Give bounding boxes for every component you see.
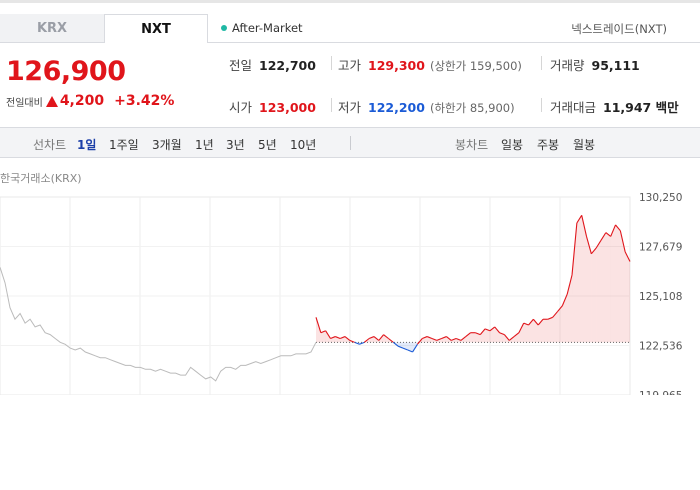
stat-value: 95,111: [591, 58, 640, 73]
stat-prev-close: 전일 122,700: [229, 55, 316, 74]
line-chart-label: 선차트: [33, 138, 67, 152]
chart-fill: [316, 215, 630, 352]
nxt-area-fill: [601, 232, 606, 343]
stat-label: 고가: [338, 58, 362, 73]
stat-value: 123,000: [259, 100, 316, 115]
market-status-label: After-Market: [232, 21, 303, 35]
period-1y[interactable]: 1년: [195, 136, 214, 153]
current-price: 126,900: [6, 56, 126, 87]
y-tick-label: 127,679: [639, 242, 682, 254]
top-border: [0, 0, 700, 3]
status-dot-icon: [221, 25, 227, 31]
stat-low: 저가 122,200 (하한가 85,900): [338, 97, 515, 116]
krx-series-line: [0, 267, 317, 382]
nxt-area-fill: [625, 251, 630, 343]
y-axis: 130,250 127,679 125,108 122,536 119,965: [639, 192, 683, 395]
tab-nxt[interactable]: NXT: [104, 14, 208, 43]
stat-sub: (상한가 159,500): [429, 59, 522, 73]
tabs-divider: [208, 42, 700, 43]
stat-label: 거래량: [550, 58, 585, 73]
period-1w[interactable]: 1주일: [109, 136, 139, 153]
stat-value: 11,947 백만: [603, 100, 679, 115]
period-1d[interactable]: 1일: [77, 136, 96, 153]
stat-divider: [331, 98, 332, 112]
nxt-area-fill: [562, 294, 568, 343]
candle-weekly[interactable]: 주봉: [537, 136, 559, 153]
nxt-area-fill: [596, 240, 602, 343]
y-tick-label: 125,108: [639, 291, 682, 303]
period-5y[interactable]: 5년: [258, 136, 277, 153]
stat-amount: 거래대금 11,947 백만: [550, 97, 679, 116]
nxt-area-fill: [470, 332, 476, 343]
stat-value: 122,700: [259, 58, 316, 73]
candle-daily[interactable]: 일봉: [501, 136, 523, 153]
period-10y[interactable]: 10년: [290, 136, 316, 153]
change-percent: +3.42%: [114, 93, 175, 109]
stat-divider: [541, 56, 542, 70]
nxt-area-fill: [523, 323, 529, 343]
nxt-area-fill: [547, 317, 553, 343]
market-status: After-Market: [221, 21, 303, 35]
nxt-area-fill: [576, 215, 582, 343]
y-tick-label: 130,250: [639, 192, 682, 204]
up-triangle-icon: [45, 95, 58, 107]
y-tick-label: 119,965: [639, 390, 682, 395]
change-amount: 4,200: [59, 93, 105, 109]
stat-label: 거래대금: [550, 100, 597, 115]
change-label: 전일대비: [6, 97, 43, 109]
candle-chart-label: 봉차트: [455, 138, 489, 152]
stat-divider: [541, 98, 542, 112]
stat-open: 시가 123,000: [229, 97, 316, 116]
period-separator: [350, 136, 351, 150]
stat-sub: (하한가 85,900): [429, 101, 515, 115]
stat-value: 129,300: [368, 58, 425, 73]
price-change: 전일대비 4,200 +3.42%: [6, 93, 174, 109]
stat-label: 전일: [229, 58, 253, 73]
stat-high: 고가 129,300 (상한가 159,500): [338, 55, 522, 74]
period-bar: 선차트 1일 1주일 3개월 1년 3년 5년 10년 봉차트 일봉 주봉 월봉: [0, 127, 700, 158]
y-tick-label: 122,536: [639, 341, 683, 353]
price-chart: 130,250 127,679 125,108 122,536 119,965: [0, 192, 683, 395]
nxt-area-fill: [572, 222, 577, 343]
nxt-area-fill: [591, 248, 597, 343]
chart-lines: [0, 214, 631, 382]
stat-value: 122,200: [368, 100, 425, 115]
nxt-area-fill: [543, 319, 548, 343]
period-3y[interactable]: 3년: [226, 136, 245, 153]
stat-label: 시가: [229, 100, 253, 115]
stat-label: 저가: [338, 100, 362, 115]
tab-krx[interactable]: KRX: [0, 14, 104, 43]
nxt-area-fill: [480, 328, 486, 343]
candle-monthly[interactable]: 월봉: [573, 136, 595, 153]
stat-divider: [331, 56, 332, 70]
stat-volume: 거래량 95,111: [550, 55, 640, 74]
nxt-area-fill: [610, 224, 616, 343]
nxt-area-fill: [605, 232, 611, 343]
nxt-area-fill: [615, 224, 621, 343]
nxt-area-fill: [518, 323, 524, 343]
nextrade-label: 넥스트레이드(NXT): [571, 22, 667, 36]
period-3m[interactable]: 3개월: [152, 136, 182, 153]
chart-grid: [0, 196, 631, 395]
